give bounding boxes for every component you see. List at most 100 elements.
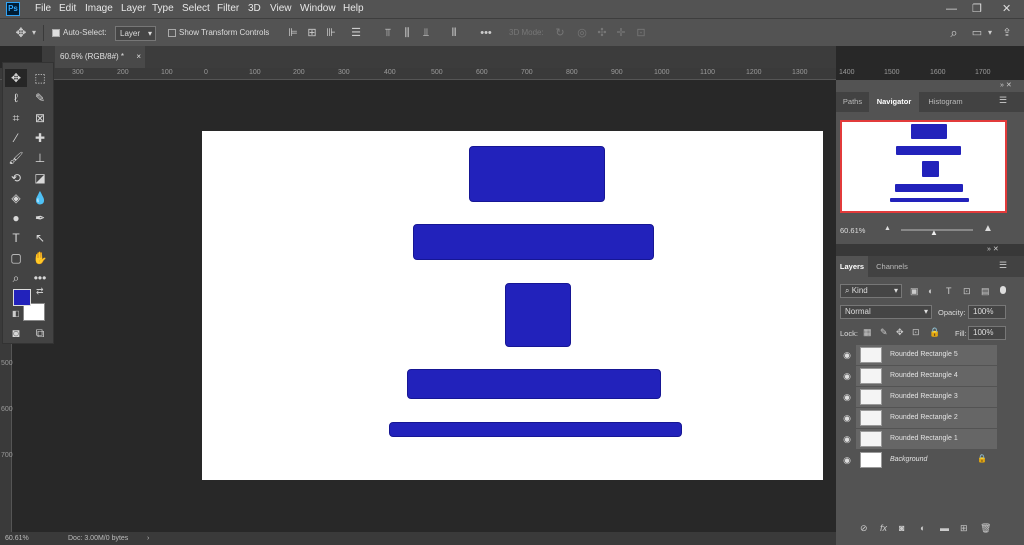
- zoom-tool-icon[interactable]: ⌕: [5, 269, 27, 287]
- path-select-tool-icon[interactable]: ↖: [29, 229, 51, 247]
- align-bottom-icon[interactable]: ⫫: [419, 19, 433, 47]
- filter-smart-object-icon[interactable]: ▤: [981, 286, 990, 297]
- zoom-level[interactable]: 60.61%: [5, 532, 29, 545]
- align-vertical-center-icon[interactable]: ⫼: [400, 19, 414, 47]
- visibility-eye-icon[interactable]: ◉: [840, 366, 854, 386]
- zoom-out-icon[interactable]: ▲: [884, 225, 891, 232]
- panel-menu-icon[interactable]: ☰: [999, 95, 1007, 106]
- align-right-icon[interactable]: ⊪: [324, 19, 338, 47]
- eraser-tool-icon[interactable]: ◪: [29, 169, 51, 187]
- chevron-right-icon[interactable]: ›: [147, 532, 149, 545]
- quick-select-tool-icon[interactable]: ✎: [29, 89, 51, 107]
- share-icon[interactable]: ⇪: [999, 19, 1015, 47]
- visibility-eye-icon[interactable]: ◉: [840, 450, 854, 470]
- link-layers-icon[interactable]: ⊘: [860, 523, 868, 534]
- lasso-tool-icon[interactable]: ℓ: [5, 89, 27, 107]
- healing-brush-tool-icon[interactable]: ✚: [29, 129, 51, 147]
- move-tool-icon[interactable]: ✥: [5, 69, 27, 87]
- 3d-pan-icon[interactable]: ✣: [595, 19, 609, 47]
- pen-tool-icon[interactable]: ✒: [29, 209, 51, 227]
- chevron-down-icon[interactable]: ▾: [986, 19, 994, 47]
- filter-adjustment-icon[interactable]: ◐: [928, 286, 933, 296]
- more-tools-icon[interactable]: •••: [29, 269, 51, 287]
- distribute-vertical-icon[interactable]: ☰: [349, 19, 363, 47]
- rounded-rectangle-4[interactable]: [413, 224, 654, 260]
- blend-mode-dropdown[interactable]: Normal ▾: [840, 305, 932, 319]
- visibility-eye-icon[interactable]: ◉: [840, 387, 854, 407]
- menu-image[interactable]: Image: [85, 0, 113, 18]
- lock-icon[interactable]: 🔒: [977, 454, 987, 463]
- workspace-icon[interactable]: ▭: [970, 19, 984, 47]
- eyedropper-tool-icon[interactable]: ⁄: [5, 129, 27, 147]
- chevron-down-icon[interactable]: ▾: [30, 19, 38, 47]
- 3d-slide-icon[interactable]: ✛: [614, 19, 628, 47]
- layer-row[interactable]: Rounded Rectangle 5: [856, 345, 997, 365]
- opacity-input[interactable]: 100%: [968, 305, 1006, 319]
- filter-pixel-icon[interactable]: ▣: [910, 286, 919, 297]
- layer-row[interactable]: Rounded Rectangle 1: [856, 429, 997, 449]
- collapse-panels-icon[interactable]: » ✕: [987, 245, 999, 253]
- visibility-eye-icon[interactable]: ◉: [840, 408, 854, 428]
- new-layer-icon[interactable]: ⊞: [960, 523, 968, 534]
- fill-input[interactable]: 100%: [968, 326, 1006, 340]
- quick-mask-icon[interactable]: ◙: [5, 324, 27, 342]
- lock-image-icon[interactable]: ✎: [880, 327, 888, 338]
- navigator-thumbnail[interactable]: [840, 120, 1007, 213]
- auto-select-target-dropdown[interactable]: Layer ▾: [115, 26, 156, 41]
- menu-type[interactable]: Type: [152, 0, 174, 18]
- clone-stamp-tool-icon[interactable]: ⊥: [29, 149, 51, 167]
- lock-artboard-icon[interactable]: ⊡: [912, 327, 920, 338]
- visibility-eye-icon[interactable]: ◉: [840, 429, 854, 449]
- menu-view[interactable]: View: [270, 0, 292, 18]
- distribute-horizontal-icon[interactable]: ⦀: [447, 19, 461, 47]
- swap-colors-icon[interactable]: ⇄: [36, 286, 44, 297]
- dodge-tool-icon[interactable]: ●: [5, 209, 27, 227]
- minimize-button[interactable]: —: [946, 0, 957, 18]
- layer-row-background[interactable]: Background 🔒: [856, 450, 997, 470]
- adjustment-layer-icon[interactable]: ◐: [920, 523, 925, 533]
- zoom-slider-handle[interactable]: ▲: [930, 228, 938, 237]
- layer-row[interactable]: Rounded Rectangle 4: [856, 366, 997, 386]
- history-brush-tool-icon[interactable]: ⟲: [5, 169, 27, 187]
- default-colors-icon[interactable]: ◧: [12, 309, 20, 318]
- menu-window[interactable]: Window: [300, 0, 336, 18]
- align-top-icon[interactable]: ⫪: [381, 19, 395, 47]
- delete-layer-icon[interactable]: 🗑: [980, 523, 991, 534]
- move-tool-icon[interactable]: ✥: [12, 19, 30, 47]
- document-canvas[interactable]: [202, 131, 823, 480]
- lock-all-icon[interactable]: 🔒: [929, 327, 940, 338]
- align-horizontal-center-icon[interactable]: ⊞: [305, 19, 319, 47]
- 3d-orbit-icon[interactable]: ↻: [553, 19, 567, 47]
- screen-mode-icon[interactable]: ⧉: [29, 324, 51, 342]
- menu-layer[interactable]: Layer: [121, 0, 146, 18]
- foreground-color-swatch[interactable]: [13, 289, 31, 306]
- menu-3d[interactable]: 3D: [248, 0, 261, 18]
- more-options-icon[interactable]: •••: [478, 19, 494, 47]
- close-button[interactable]: ✕: [1002, 0, 1011, 18]
- filter-shape-icon[interactable]: ⊡: [963, 286, 971, 297]
- 3d-roll-icon[interactable]: ◎: [575, 19, 589, 47]
- paint-bucket-tool-icon[interactable]: ◈: [5, 189, 27, 207]
- blur-tool-icon[interactable]: 💧: [29, 189, 51, 207]
- panel-menu-icon[interactable]: ☰: [999, 260, 1007, 271]
- crop-tool-icon[interactable]: ⌗: [5, 109, 27, 127]
- tab-navigator[interactable]: Navigator: [869, 92, 919, 112]
- rounded-rectangle-5[interactable]: [469, 146, 605, 202]
- tab-paths[interactable]: Paths: [836, 92, 869, 112]
- type-tool-icon[interactable]: T: [5, 229, 27, 247]
- menu-file[interactable]: File: [35, 0, 51, 18]
- layer-row[interactable]: Rounded Rectangle 3: [856, 387, 997, 407]
- align-left-icon[interactable]: ⊫: [286, 19, 300, 47]
- lock-transparent-icon[interactable]: ▦: [863, 327, 872, 338]
- navigator-zoom-value[interactable]: 60.61%: [840, 226, 865, 235]
- maximize-button[interactable]: ❐: [972, 0, 982, 18]
- menu-edit[interactable]: Edit: [59, 0, 76, 18]
- layer-style-icon[interactable]: fx: [880, 523, 887, 533]
- close-icon[interactable]: ×: [136, 46, 141, 68]
- menu-filter[interactable]: Filter: [217, 0, 239, 18]
- tab-histogram[interactable]: Histogram: [919, 92, 972, 112]
- new-group-icon[interactable]: ▬: [940, 523, 949, 533]
- rounded-rectangle-2[interactable]: [407, 369, 661, 399]
- menu-help[interactable]: Help: [343, 0, 364, 18]
- zoom-in-icon[interactable]: ▲: [983, 223, 993, 234]
